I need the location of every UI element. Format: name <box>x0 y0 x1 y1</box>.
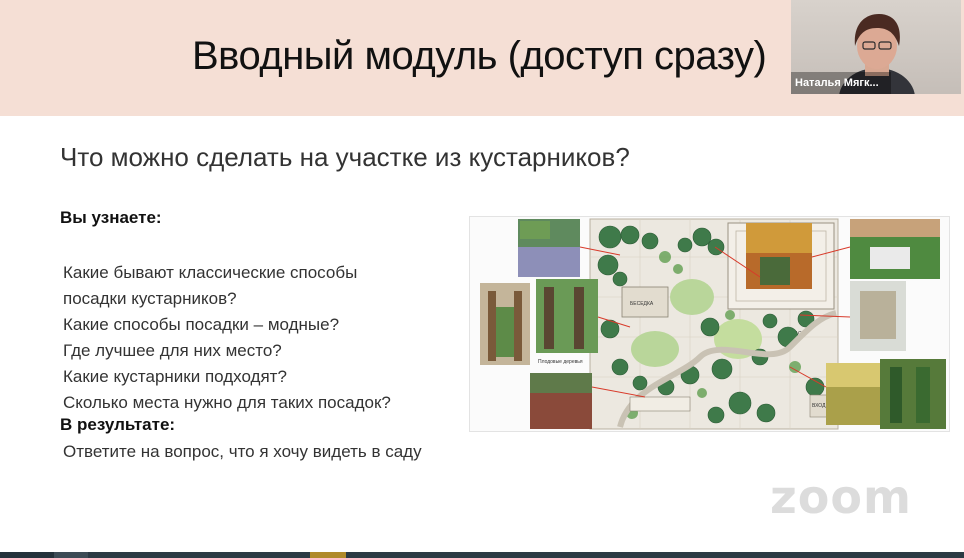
learn-item: Где лучшее для них место? <box>63 341 282 360</box>
learn-list: Какие бывают классические способы посадк… <box>63 260 391 416</box>
learn-heading: Вы узнаете: <box>60 208 162 227</box>
result-heading: В результате: <box>60 415 176 434</box>
taskbar-strip <box>0 552 964 558</box>
result-text: Ответите на вопрос, что я хочу видеть в … <box>63 442 422 461</box>
plan-label: ВХОД <box>812 403 826 409</box>
learn-item: Сколько места нужно для таких посадок? <box>63 393 391 412</box>
slide-title: Вводный модуль (доступ сразу) <box>192 34 767 78</box>
learn-item: Какие способы посадки – модные? <box>63 315 340 334</box>
slide-subtitle: Что можно сделать на участке из кустарни… <box>60 142 630 172</box>
participant-name: Наталья Мягк... <box>795 77 879 89</box>
zoom-watermark: zoom <box>770 470 912 524</box>
garden-plan-collage: ТЕРРАСА БЕСЕДКА <box>469 216 950 432</box>
photo-caption: Плодовые деревья <box>538 359 583 365</box>
learn-item: Какие кустарники подходят? <box>63 367 287 386</box>
learn-item: Какие бывают классические способы <box>63 263 358 282</box>
plan-label: БЕСЕДКА <box>630 301 654 307</box>
participant-video-tile[interactable]: Наталья Мягк... <box>791 0 961 94</box>
garden-plan-image: ТЕРРАСА БЕСЕДКА <box>480 218 946 430</box>
learn-item: посадки кустарников? <box>63 289 237 308</box>
